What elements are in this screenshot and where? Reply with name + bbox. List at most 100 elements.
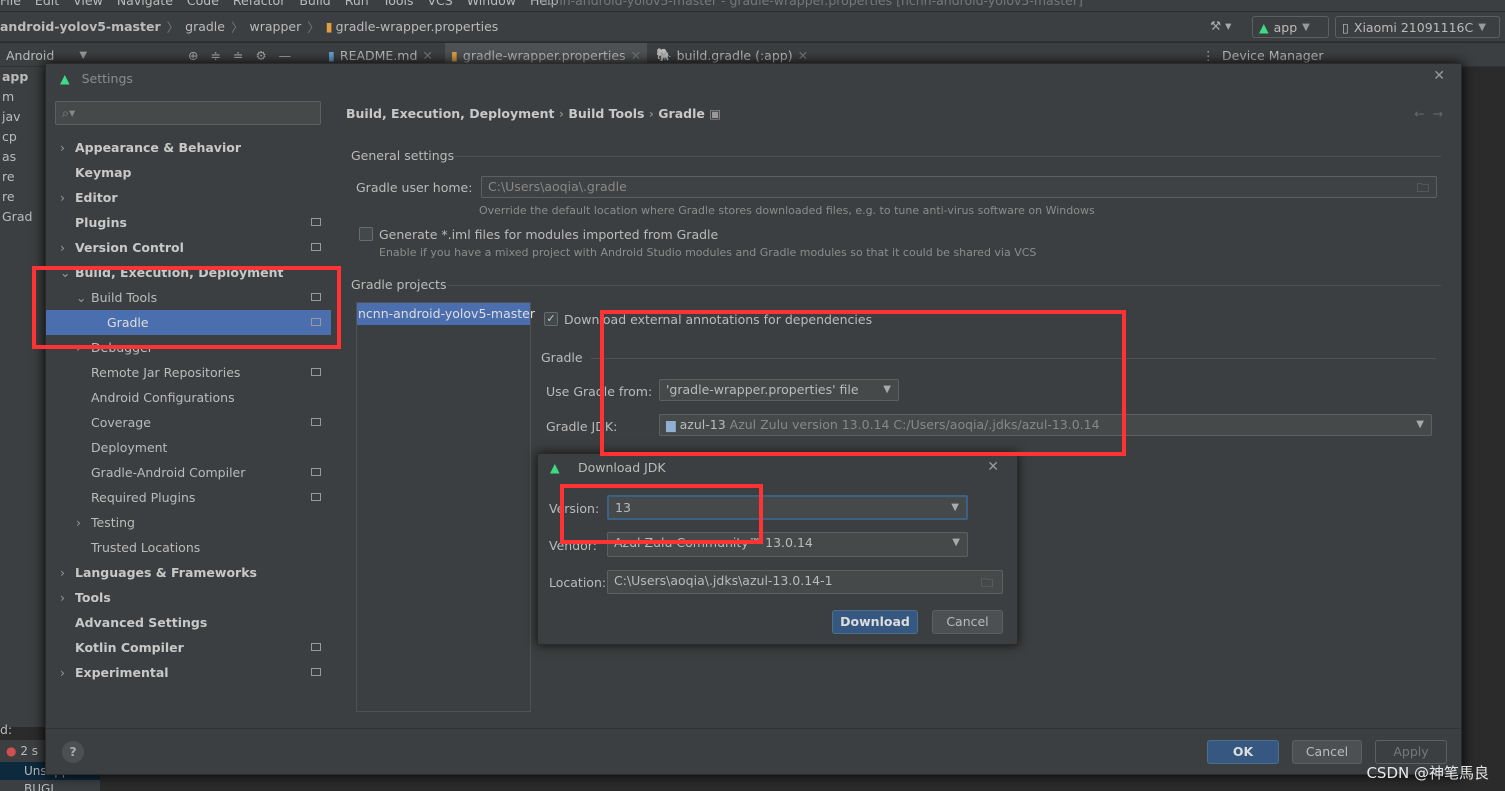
project-item[interactable]: ncnn-android-yolov5-master xyxy=(357,303,535,325)
vendor-label: Vendor: xyxy=(549,538,597,553)
generate-iml-checkbox[interactable] xyxy=(359,227,373,241)
menu-item[interactable]: Navigate xyxy=(117,0,173,8)
project-tree-item[interactable]: Grad xyxy=(0,207,45,227)
chevron-icon[interactable]: › xyxy=(60,660,65,685)
markdown-icon: ▮ xyxy=(328,47,335,63)
chevron-icon[interactable]: › xyxy=(76,335,81,360)
settings-tree-item[interactable]: Coverage xyxy=(46,410,331,435)
collapse-all-icon[interactable]: ≐ xyxy=(233,48,243,63)
settings-tree-label: Version Control xyxy=(75,240,184,255)
settings-tree-item[interactable]: Deployment xyxy=(46,435,331,460)
locate-icon[interactable]: ⊕ xyxy=(188,48,198,63)
chevron-icon[interactable]: › xyxy=(60,560,65,585)
settings-tree-item[interactable]: Android Configurations xyxy=(46,385,331,410)
generate-iml-label: Generate *.iml files for modules importe… xyxy=(379,227,719,242)
settings-tree-item[interactable]: Gradle-Android Compiler xyxy=(46,460,331,485)
project-tree-item[interactable]: re xyxy=(0,167,45,187)
chevron-icon[interactable]: › xyxy=(60,185,65,210)
settings-tree-item[interactable]: Required Plugins xyxy=(46,485,331,510)
gear-icon[interactable]: ⚙ xyxy=(255,48,266,63)
chevron-icon[interactable]: › xyxy=(76,510,81,535)
project-tree-item[interactable]: m xyxy=(0,87,45,107)
expand-all-icon[interactable]: ≑ xyxy=(210,48,220,63)
gradle-section-heading: Gradle xyxy=(541,350,583,365)
close-icon[interactable]: ✕ xyxy=(798,48,808,63)
project-tree-item[interactable]: cp xyxy=(0,127,45,147)
settings-tree-label: Coverage xyxy=(91,415,151,430)
settings-tree-item[interactable]: › Debugger xyxy=(46,335,331,360)
breadcrumb-file[interactable]: gradle-wrapper.properties xyxy=(336,19,499,34)
apply-button[interactable]: Apply xyxy=(1375,740,1447,764)
gradle-jdk-dropdown[interactable]: ▆ azul-13 Azul Zulu version 13.0.14 C:/U… xyxy=(659,414,1432,436)
settings-search-input[interactable]: ⌕▾ xyxy=(55,101,321,125)
settings-tree-item[interactable]: Advanced Settings xyxy=(46,610,331,635)
version-label: Version: xyxy=(549,501,600,516)
project-tree-item[interactable]: jav xyxy=(0,107,45,127)
build-hammer-icon[interactable]: ⚒ ▾ xyxy=(1210,18,1231,33)
project-tree-item[interactable]: app xyxy=(0,67,45,87)
breadcrumb-gradle[interactable]: gradle xyxy=(185,19,225,34)
cancel-button[interactable]: Cancel xyxy=(932,610,1003,634)
settings-tree-label: Testing xyxy=(91,515,135,530)
cancel-button[interactable]: Cancel xyxy=(1292,740,1362,764)
menu-item[interactable]: File xyxy=(0,0,21,8)
ok-button[interactable]: OK xyxy=(1207,740,1279,764)
menu-item[interactable]: Code xyxy=(187,0,219,8)
folder-icon[interactable]: 🗀 xyxy=(1416,179,1429,200)
project-tree-item[interactable]: as xyxy=(0,147,45,167)
menu-item[interactable]: Refactor xyxy=(233,0,285,8)
use-gradle-from-dropdown[interactable]: 'gradle-wrapper.properties' file ▼ xyxy=(659,379,899,401)
close-icon[interactable]: ✕ xyxy=(422,48,432,63)
minimize-icon[interactable]: — xyxy=(279,48,292,63)
settings-tree-item[interactable]: › Testing xyxy=(46,510,331,535)
menu-item[interactable]: Edit xyxy=(35,0,59,8)
settings-tree-item[interactable]: Plugins xyxy=(46,210,331,235)
settings-tree-item[interactable]: › Editor xyxy=(46,185,331,210)
menu-item[interactable]: VCS xyxy=(428,0,453,8)
chevron-icon[interactable]: › xyxy=(60,235,65,260)
gradle-user-home-input[interactable]: C:\Users\aoqia\.gradle xyxy=(481,176,1437,198)
folder-icon[interactable]: 🗀 xyxy=(981,574,994,595)
run-config-dropdown[interactable]: ▲ app ▼ xyxy=(1252,16,1329,38)
chevron-icon[interactable]: ⌄ xyxy=(60,260,70,285)
project-level-icon xyxy=(311,318,321,326)
settings-tree-item[interactable]: ⌄ Build, Execution, Deployment xyxy=(46,260,331,285)
location-input[interactable]: C:\Users\aoqia\.jdks\azul-13.0.14-1 xyxy=(607,570,1003,594)
settings-tree-item[interactable]: ⌄ Build Tools xyxy=(46,285,331,310)
settings-tree-item[interactable]: › Languages & Frameworks xyxy=(46,560,331,585)
back-forward-arrows[interactable]: ← → xyxy=(1414,106,1443,121)
settings-tree-item[interactable]: Remote Jar Repositories xyxy=(46,360,331,385)
settings-tree-item[interactable]: › Appearance & Behavior xyxy=(46,135,331,160)
chevron-icon[interactable]: › xyxy=(60,135,65,160)
help-button[interactable]: ? xyxy=(62,741,84,763)
menu-item[interactable]: Build xyxy=(299,0,330,8)
download-annotations-checkbox[interactable]: ✓ xyxy=(544,312,558,326)
menu-item[interactable]: Run xyxy=(345,0,369,8)
close-dialog-icon[interactable]: ✕ xyxy=(1433,68,1445,84)
settings-tree-item[interactable]: Gradle xyxy=(46,310,331,335)
device-dropdown[interactable]: ▯ Xiaomi 21091116C ▼ xyxy=(1335,16,1500,38)
settings-tree-item[interactable]: Keymap xyxy=(46,160,331,185)
menu-item[interactable]: Window xyxy=(467,0,516,8)
close-icon[interactable]: ✕ xyxy=(631,48,641,63)
breadcrumb-wrapper[interactable]: wrapper xyxy=(250,19,302,34)
settings-tree-label: Build, Execution, Deployment xyxy=(75,265,284,280)
settings-tree-item[interactable]: Trusted Locations xyxy=(46,535,331,560)
close-icon[interactable]: ✕ xyxy=(987,459,999,475)
project-level-icon xyxy=(311,293,321,301)
vendor-dropdown[interactable]: Azul Zulu Community™ 13.0.14 ▼ xyxy=(607,532,968,557)
breadcrumb-project[interactable]: android-yolov5-master xyxy=(0,19,161,34)
project-level-icon xyxy=(311,418,321,426)
settings-tree-item[interactable]: Kotlin Compiler xyxy=(46,635,331,660)
chevron-icon[interactable]: ⌄ xyxy=(76,285,86,310)
settings-tree-item[interactable]: › Tools xyxy=(46,585,331,610)
download-button[interactable]: Download xyxy=(832,610,918,634)
settings-tree-item[interactable]: › Version Control xyxy=(46,235,331,260)
project-tree-item[interactable]: re xyxy=(0,187,45,207)
version-dropdown[interactable]: 13 ▼ xyxy=(607,495,968,520)
settings-tree-item[interactable]: › Experimental xyxy=(46,660,331,685)
menu-item[interactable]: Tools xyxy=(383,0,414,8)
chevron-icon[interactable]: › xyxy=(60,585,65,610)
project-level-icon xyxy=(311,368,321,376)
menu-item[interactable]: View xyxy=(73,0,103,8)
